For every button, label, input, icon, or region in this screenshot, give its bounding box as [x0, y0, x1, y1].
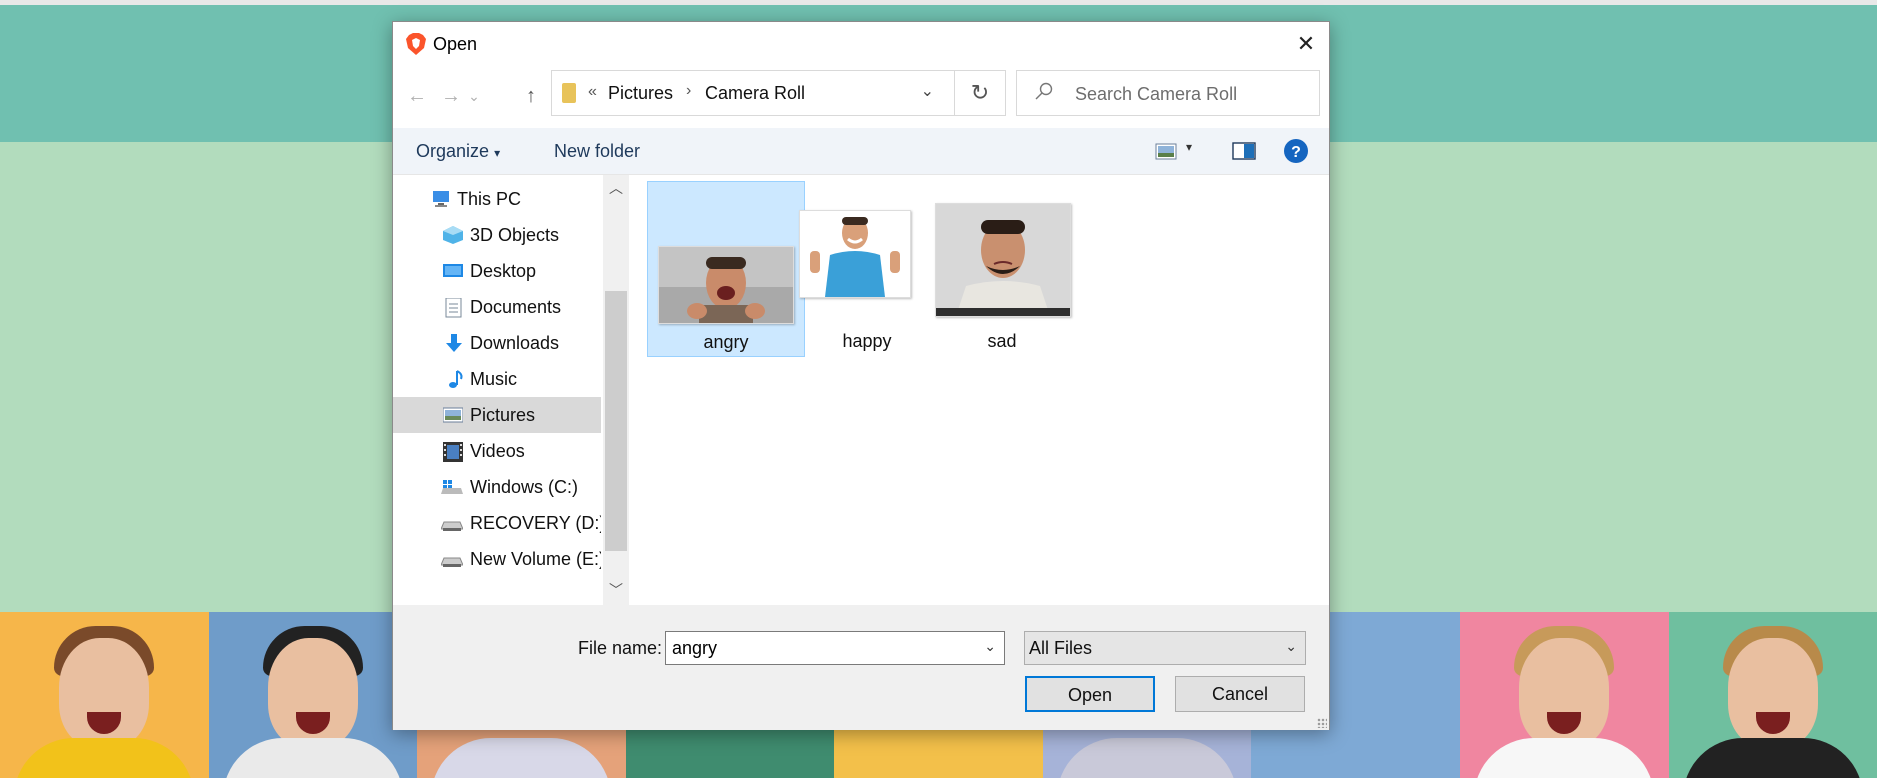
open-button[interactable]: Open: [1025, 676, 1155, 712]
image-thumbnail: [658, 246, 794, 324]
chevron-down-icon[interactable]: ⌄: [921, 81, 934, 101]
scroll-up-icon[interactable]: ︿: [603, 175, 629, 201]
address-bar[interactable]: « Pictures › Camera Roll ⌄: [551, 70, 955, 116]
file-name: sad: [987, 331, 1017, 351]
sidebar-item-label: Pictures: [470, 405, 536, 425]
navigation-pane: This PC 3D Objects Desktop Documents Dow…: [393, 175, 601, 605]
drive-icon: [440, 514, 464, 532]
pictures-icon: [442, 406, 464, 424]
organize-label: Organize: [416, 141, 490, 161]
face-tile: [1668, 612, 1877, 778]
music-icon: [447, 370, 467, 388]
brave-browser-icon: [406, 33, 426, 55]
dialog-titlebar: Open ✕: [393, 22, 1329, 66]
file-name-label: File name:: [578, 638, 663, 658]
videos-icon: [443, 442, 463, 462]
sidebar-item-label: New Volume (E:): [470, 549, 601, 569]
preview-pane-button[interactable]: [1230, 136, 1258, 166]
desktop-icon: [443, 262, 463, 280]
folder-icon: [562, 83, 576, 103]
recent-locations-icon[interactable]: ⌄: [467, 82, 481, 110]
chevron-down-icon: ⌄: [1285, 638, 1297, 654]
3d-objects-icon: [443, 226, 463, 244]
back-arrow-icon[interactable]: ←: [403, 82, 431, 110]
sidebar-item-3d-objects[interactable]: 3D Objects: [393, 217, 601, 253]
windows-drive-icon: [441, 478, 463, 496]
sidebar-item-label: Music: [470, 369, 518, 389]
navigation-pane-scrollbar[interactable]: ︿ ﹀: [603, 175, 629, 605]
forward-arrow-icon[interactable]: →: [437, 82, 465, 110]
dialog-title: Open: [433, 34, 478, 54]
view-large-icons-icon: [1155, 143, 1177, 160]
dialog-footer: File name: ⌄ All Files ⌄ Open Cancel: [393, 605, 1329, 730]
sidebar-item-label: Downloads: [470, 333, 560, 353]
sidebar-item-videos[interactable]: Videos: [393, 433, 601, 469]
sidebar-item-documents[interactable]: Documents: [393, 289, 601, 325]
file-item-sad[interactable]: sad: [929, 181, 1087, 357]
face-tile: [208, 612, 418, 778]
resize-grip[interactable]: [1317, 718, 1327, 728]
caret-down-icon: ▾: [1186, 140, 1193, 154]
sidebar-item-this-pc[interactable]: This PC: [393, 181, 601, 217]
search-box[interactable]: [1016, 70, 1320, 116]
downloads-icon: [445, 334, 465, 352]
command-toolbar: Organize ▾ New folder ▾ ?: [393, 128, 1329, 175]
image-thumbnail: [799, 210, 911, 298]
svg-text:?: ?: [1291, 144, 1301, 161]
sidebar-item-pictures[interactable]: Pictures: [393, 397, 601, 433]
network-icon: [441, 597, 461, 605]
file-name: angry: [703, 332, 749, 352]
drive-icon: [440, 550, 464, 568]
sidebar-item-desktop[interactable]: Desktop: [393, 253, 601, 289]
sidebar-item-label: Desktop: [470, 261, 537, 281]
file-list: angry happy sad: [629, 175, 1329, 605]
sidebar-item-label: Windows (C:): [470, 477, 579, 497]
breadcrumb-overflow[interactable]: «: [588, 83, 597, 101]
sidebar-item-label: Documents: [470, 297, 562, 317]
file-name-combobox[interactable]: ⌄: [665, 631, 1005, 665]
preview-pane-icon: [1232, 142, 1256, 160]
caret-down-icon: ▾: [494, 146, 501, 160]
chevron-down-icon[interactable]: ⌄: [984, 638, 996, 655]
breadcrumb-pictures[interactable]: Pictures: [608, 83, 673, 104]
breadcrumb-separator[interactable]: ›: [686, 82, 691, 100]
sidebar-item-label: This PC: [457, 189, 522, 209]
help-icon: ?: [1284, 139, 1308, 163]
sidebar-item-label: RECOVERY (D:): [470, 513, 601, 533]
sidebar-item-network[interactable]: [393, 577, 601, 605]
search-icon: [1035, 82, 1053, 100]
open-file-dialog: Open ✕ ← → ⌄ ↑ « Pictures › Camera Roll …: [392, 21, 1330, 730]
change-view-button[interactable]: ▾: [1154, 136, 1202, 166]
sidebar-item-recovery-d[interactable]: RECOVERY (D:): [393, 505, 601, 541]
sidebar-item-windows-c[interactable]: Windows (C:): [393, 469, 601, 505]
organize-button[interactable]: Organize ▾: [416, 141, 500, 162]
documents-icon: [445, 297, 465, 318]
sidebar-item-new-volume-e[interactable]: New Volume (E:): [393, 541, 601, 577]
refresh-button[interactable]: ↻: [954, 70, 1006, 116]
sidebar-item-label: Videos: [470, 441, 525, 461]
sidebar-item-downloads[interactable]: Downloads: [393, 325, 601, 361]
scroll-down-icon[interactable]: ﹀: [603, 577, 629, 603]
computer-icon: [431, 190, 451, 208]
file-item-angry[interactable]: angry: [647, 181, 805, 357]
face-tile: [1459, 612, 1669, 778]
close-button[interactable]: ✕: [1283, 22, 1329, 66]
up-arrow-icon[interactable]: ↑: [517, 82, 545, 110]
face-tile: [0, 612, 209, 778]
navigation-bar: ← → ⌄ ↑ « Pictures › Camera Roll ⌄ ↻: [393, 70, 1329, 120]
search-input[interactable]: [1073, 81, 1307, 107]
scrollbar-thumb[interactable]: [605, 291, 627, 551]
file-name-input[interactable]: [670, 637, 964, 660]
new-folder-button[interactable]: New folder: [554, 141, 640, 162]
breadcrumb-camera-roll[interactable]: Camera Roll: [705, 83, 805, 104]
sidebar-item-label: 3D Objects: [470, 225, 560, 245]
file-type-select[interactable]: All Files ⌄: [1024, 631, 1306, 665]
file-type-value: All Files: [1029, 638, 1093, 658]
sidebar-item-music[interactable]: Music: [393, 361, 601, 397]
image-thumbnail: [935, 203, 1071, 317]
cancel-button[interactable]: Cancel: [1175, 676, 1305, 712]
help-button[interactable]: ?: [1283, 136, 1309, 166]
